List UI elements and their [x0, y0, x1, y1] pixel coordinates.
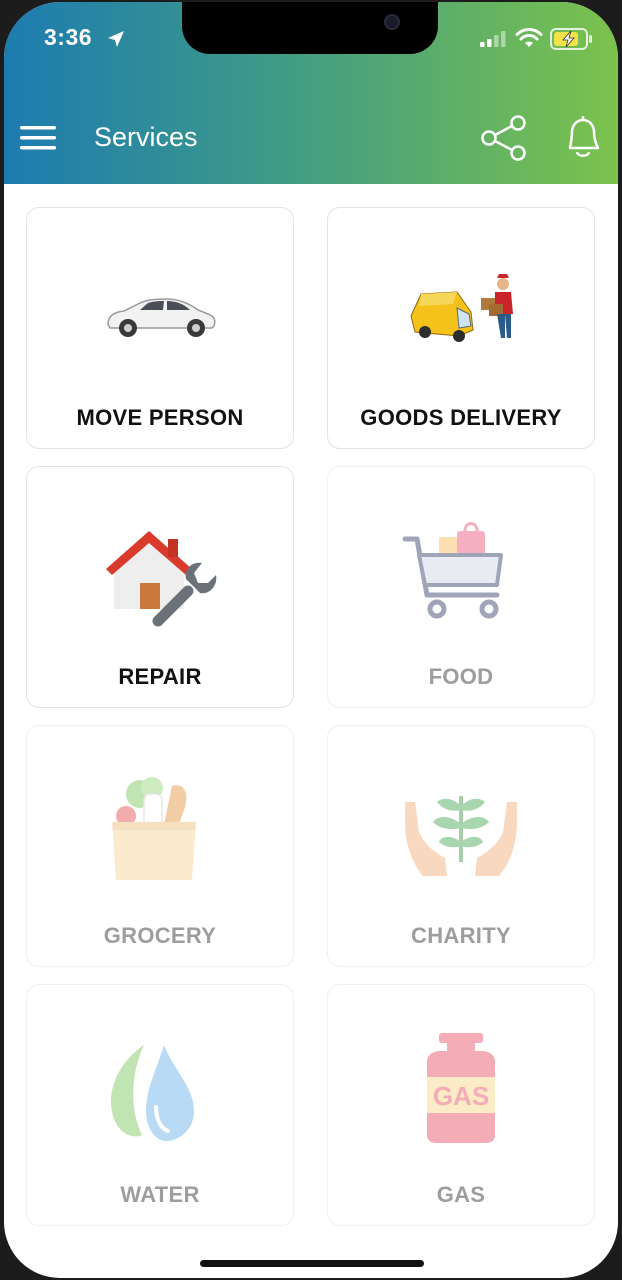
service-label: FOOD	[428, 664, 494, 689]
service-card-water[interactable]: WATER	[26, 984, 294, 1226]
wifi-icon	[515, 28, 543, 47]
water-drop-icon	[110, 1045, 194, 1141]
share-icon[interactable]	[480, 114, 528, 162]
shopping-cart-icon	[402, 522, 503, 619]
gas-cylinder-icon: GAS	[427, 1033, 495, 1143]
delivery-van-icon	[410, 274, 513, 342]
service-label: CHARITY	[411, 923, 511, 948]
status-time: 3:36	[44, 24, 93, 50]
service-card-grocery[interactable]: GROCERY	[26, 725, 294, 967]
camera-notch	[182, 2, 438, 54]
house-wrench-icon	[106, 531, 217, 627]
service-label: GROCERY	[103, 923, 217, 948]
service-label: MOVE PERSON	[76, 405, 244, 430]
app-header: 3:36 Services	[4, 2, 618, 184]
service-label: WATER	[120, 1182, 200, 1207]
service-card-move-person[interactable]: MOVE PERSON	[26, 207, 294, 449]
service-label: GAS	[436, 1182, 486, 1207]
hamburger-menu-icon[interactable]	[20, 124, 58, 152]
home-indicator[interactable]	[200, 1260, 424, 1267]
services-grid: MOVE PERSON GOODS DELIVERY REPAIR FOOD G…	[26, 207, 596, 1226]
battery-charging-icon	[550, 28, 592, 50]
service-card-food[interactable]: FOOD	[327, 466, 595, 708]
hands-plant-icon	[405, 796, 517, 876]
service-card-repair[interactable]: REPAIR	[26, 466, 294, 708]
cellular-signal-icon	[480, 31, 506, 47]
grocery-bag-icon	[112, 777, 196, 880]
svg-text:GAS: GAS	[433, 1081, 489, 1111]
app-bar: Services	[4, 100, 618, 176]
phone-screen: 3:36 Services MOVE PERSON GOODS DELIVERY…	[4, 2, 618, 1278]
location-arrow-icon	[108, 31, 124, 47]
service-label: REPAIR	[118, 664, 202, 689]
service-card-goods-delivery[interactable]: GOODS DELIVERY	[327, 207, 595, 449]
car-icon	[107, 298, 216, 337]
service-label: GOODS DELIVERY	[360, 405, 562, 430]
page-title: Services	[94, 122, 198, 152]
service-card-charity[interactable]: CHARITY	[327, 725, 595, 967]
notification-bell-icon[interactable]	[562, 112, 604, 162]
camera-icon	[384, 14, 400, 30]
service-card-gas[interactable]: GAS GAS	[327, 984, 595, 1226]
